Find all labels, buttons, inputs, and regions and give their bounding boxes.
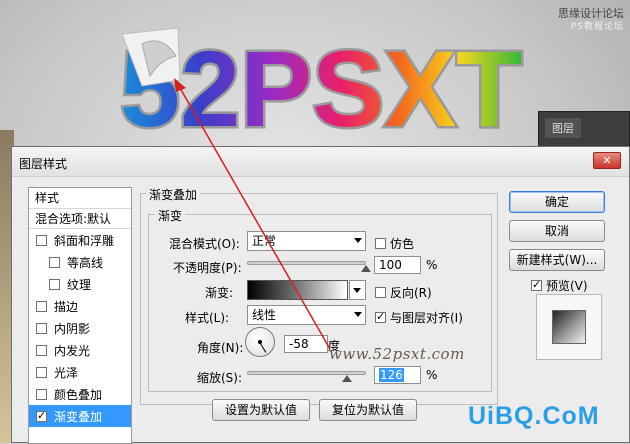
blend-mode-label: 混合模式(O): bbox=[169, 237, 240, 251]
angle-dial[interactable] bbox=[245, 327, 275, 357]
style-item-checkbox[interactable] bbox=[36, 322, 47, 334]
gradient-label: 渐变: bbox=[205, 286, 234, 300]
style-item-checkbox[interactable] bbox=[36, 366, 47, 378]
opacity-unit: % bbox=[426, 258, 438, 272]
preview-checkbox-box[interactable] bbox=[531, 278, 542, 291]
reverse-label: 反向(R) bbox=[390, 286, 432, 300]
layers-panel-mini: 图层 bbox=[538, 111, 630, 151]
gradient-style-select[interactable]: 线性 bbox=[247, 305, 366, 325]
gradient-subgroup-title: 渐变 bbox=[155, 207, 186, 224]
blend-options-item[interactable]: 混合选项:默认 bbox=[29, 209, 131, 229]
scale-slider-thumb[interactable] bbox=[341, 374, 352, 382]
scale-label: 缩放(S): bbox=[197, 371, 243, 385]
style-item-checkbox[interactable] bbox=[36, 300, 47, 312]
blend-mode-value: 正常 bbox=[252, 234, 277, 248]
reverse-checkbox-box[interactable] bbox=[375, 287, 386, 298]
angle-label: 角度(N): bbox=[197, 341, 244, 355]
style-list-header[interactable]: 样式 bbox=[29, 188, 131, 209]
layers-panel-tab[interactable]: 图层 bbox=[545, 118, 581, 138]
opacity-slider[interactable] bbox=[247, 261, 371, 272]
dialog-titlebar[interactable]: 图层样式 ✕ bbox=[12, 147, 629, 177]
reset-default-button[interactable]: 复位为默认值 bbox=[319, 399, 417, 421]
style-item-label: 内阴影 bbox=[54, 321, 91, 336]
angle-dial-center bbox=[258, 340, 262, 344]
align-layer-checkbox[interactable]: 与图层对齐(I) bbox=[375, 309, 463, 326]
style-item-label: 渐变叠加 bbox=[54, 409, 103, 424]
align-layer-label: 与图层对齐(I) bbox=[390, 311, 463, 325]
gradient-dropdown[interactable] bbox=[349, 280, 366, 300]
style-items: 斜面和浮雕等高线纹理描边内阴影内发光光泽颜色叠加渐变叠加 bbox=[29, 229, 131, 427]
style-item-checkbox[interactable] bbox=[36, 344, 47, 356]
angle-value: -58 bbox=[289, 337, 309, 351]
style-item-label: 颜色叠加 bbox=[54, 387, 103, 402]
chevron-down-icon bbox=[354, 312, 362, 317]
chevron-down-icon bbox=[353, 288, 361, 293]
artwork-text: 52PSXT bbox=[120, 28, 522, 146]
layer-style-dialog: 图层样式 ✕ 样式 混合选项:默认 斜面和浮雕等高线纹理描边内阴影内发光光泽颜色… bbox=[11, 146, 630, 444]
style-list-item[interactable]: 渐变叠加 bbox=[29, 405, 131, 427]
align-layer-checkbox-box[interactable] bbox=[375, 310, 386, 323]
style-item-label: 内发光 bbox=[54, 343, 91, 358]
style-item-checkbox[interactable] bbox=[36, 388, 47, 400]
style-item-label: 等高线 bbox=[67, 255, 104, 270]
dither-label: 仿色 bbox=[390, 237, 415, 251]
style-item-label: 斜面和浮雕 bbox=[54, 233, 115, 248]
preview-checkbox[interactable]: 预览(V) bbox=[531, 277, 588, 294]
cancel-button[interactable]: 取消 bbox=[509, 220, 605, 242]
scale-value: 126 bbox=[379, 368, 404, 382]
gradient-overlay-title: 渐变叠加 bbox=[146, 186, 201, 203]
style-item-label: 纹理 bbox=[67, 277, 92, 292]
opacity-slider-thumb[interactable] bbox=[361, 264, 371, 272]
angle-input[interactable]: -58 bbox=[284, 335, 328, 353]
chevron-down-icon bbox=[354, 238, 362, 243]
style-item-checkbox[interactable] bbox=[36, 409, 47, 422]
watermark-text: www.52psxt.com bbox=[329, 345, 465, 363]
style-item-checkbox[interactable] bbox=[49, 256, 60, 268]
scale-input[interactable]: 126 bbox=[374, 366, 421, 384]
style-preview bbox=[536, 294, 602, 360]
brand-logo: UiBQ.CoM bbox=[468, 402, 600, 430]
style-list-item[interactable]: 颜色叠加 bbox=[29, 383, 131, 405]
style-item-checkbox[interactable] bbox=[36, 234, 47, 246]
style-list-item[interactable]: 描边 bbox=[29, 295, 131, 317]
style-list-item[interactable]: 等高线 bbox=[29, 251, 131, 273]
blend-mode-select[interactable]: 正常 bbox=[247, 231, 366, 251]
style-item-checkbox[interactable] bbox=[49, 278, 60, 290]
opacity-value: 100 bbox=[379, 258, 402, 272]
dialog-title: 图层样式 bbox=[19, 157, 68, 171]
opacity-label: 不透明度(P): bbox=[173, 261, 242, 275]
close-icon[interactable]: ✕ bbox=[593, 152, 621, 169]
style-label: 样式(L): bbox=[185, 311, 230, 325]
new-style-button[interactable]: 新建样式(W)... bbox=[509, 249, 605, 271]
style-item-label: 光泽 bbox=[54, 365, 79, 380]
scale-unit: % bbox=[426, 368, 438, 382]
style-list: 样式 混合选项:默认 斜面和浮雕等高线纹理描边内阴影内发光光泽颜色叠加渐变叠加 bbox=[28, 187, 132, 444]
opacity-input[interactable]: 100 bbox=[374, 256, 421, 274]
style-list-item[interactable]: 内阴影 bbox=[29, 317, 131, 339]
style-preview-swatch bbox=[552, 310, 586, 344]
style-list-item[interactable]: 内发光 bbox=[29, 339, 131, 361]
preview-label: 预览(V) bbox=[546, 279, 588, 293]
reverse-checkbox[interactable]: 反向(R) bbox=[375, 284, 432, 301]
gradient-swatch[interactable] bbox=[247, 280, 348, 300]
gradient-style-value: 线性 bbox=[252, 308, 277, 322]
ok-button[interactable]: 确定 bbox=[509, 191, 605, 213]
scale-slider[interactable] bbox=[247, 371, 366, 382]
style-list-item[interactable]: 斜面和浮雕 bbox=[29, 229, 131, 251]
style-list-item[interactable]: 光泽 bbox=[29, 361, 131, 383]
dither-checkbox[interactable]: 仿色 bbox=[375, 235, 414, 252]
style-list-item[interactable]: 纹理 bbox=[29, 273, 131, 295]
dither-checkbox-box[interactable] bbox=[375, 238, 386, 249]
style-item-label: 描边 bbox=[54, 299, 79, 314]
set-default-button[interactable]: 设置为默认值 bbox=[212, 399, 310, 421]
